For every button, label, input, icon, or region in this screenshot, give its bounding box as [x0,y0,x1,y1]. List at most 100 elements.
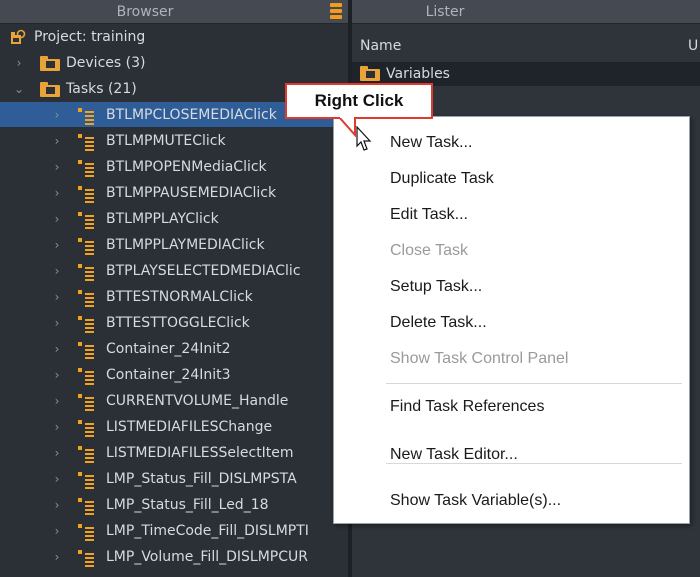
chevron-right-icon[interactable]: › [52,492,62,518]
menu-separator [386,463,682,464]
tree-item-task[interactable]: › LMP_TimeCode_Fill_DISLMPTI [0,518,348,544]
mouse-cursor-icon [356,126,372,151]
lister-title: Lister [425,4,465,20]
task-label: BTLMPPAUSEMEDIAClick [106,185,277,201]
devices-label: Devices (3) [66,55,146,71]
task-icon [78,108,94,125]
task-label: LMP_Status_Fill_Led_18 [106,497,269,513]
column-header-name[interactable]: Name [360,38,401,54]
task-label: Container_24Init2 [106,341,231,357]
task-label: BTLMPMUTEClick [106,133,226,149]
chevron-right-icon[interactable]: › [14,50,24,76]
task-label: LMP_TimeCode_Fill_DISLMPTI [106,523,309,539]
task-icon [78,134,94,151]
task-label: BTLMPPLAYMEDIAClick [106,237,265,253]
chevron-right-icon[interactable]: › [52,518,62,544]
tree-item-project[interactable]: Project: training [0,24,348,50]
project-label: Project: training [34,29,146,45]
folder-variables-icon [360,66,380,81]
task-icon [78,264,94,281]
tree-item-task[interactable]: › LMP_Status_Fill_Led_18 [0,492,348,518]
chevron-right-icon[interactable]: › [52,388,62,414]
task-label: LMP_Status_Fill_DISLMPSTA [106,471,297,487]
tree-item-task[interactable]: › BTTESTNORMALClick [0,284,348,310]
tree-item-task[interactable]: › Container_24Init2 [0,336,348,362]
tree-item-task[interactable]: › LISTMEDIAFILESChange [0,414,348,440]
menu-separator [386,383,682,384]
menu-item[interactable]: Show Task Variable(s)... [390,483,561,519]
menu-item[interactable]: Delete Task... [390,305,487,341]
task-label: BTLMPOPENMediaClick [106,159,267,175]
task-label: BTTESTTOGGLEClick [106,315,250,331]
task-icon [78,186,94,203]
right-click-callout: Right Click [285,83,433,119]
tree-item-task[interactable]: › BTLMPPAUSEMEDIAClick [0,180,348,206]
task-label: LISTMEDIAFILESChange [106,419,273,435]
task-icon [78,212,94,229]
chevron-right-icon[interactable]: › [52,128,62,154]
chevron-right-icon[interactable]: › [52,544,62,570]
context-menu: New Task... Duplicate Task Edit Task... Clo… [333,116,690,524]
task-icon [78,446,94,463]
task-label: BTPLAYSELECTEDMEDIAClic [106,263,301,279]
menu-item[interactable]: Find Task References [390,389,544,425]
chevron-right-icon[interactable]: › [52,206,62,232]
menu-item[interactable]: New Task Editor... [390,437,518,473]
column-header-u[interactable]: U [688,38,698,54]
task-label: LISTMEDIAFILESSelectItem [106,445,294,461]
chevron-right-icon[interactable]: › [52,414,62,440]
task-icon [78,550,94,567]
tree-item-task[interactable]: › BTLMPPLAYClick [0,206,348,232]
callout-pointer [337,117,356,137]
chevron-right-icon[interactable]: › [52,310,62,336]
browser-header: Browser [0,0,348,24]
task-icon [78,368,94,385]
browser-menu-icon[interactable] [330,3,342,21]
tree-item-devices[interactable]: › Devices (3) [0,50,348,76]
menu-item[interactable]: Edit Task... [390,197,468,233]
tree-item-task[interactable]: › LISTMEDIAFILESSelectItem [0,440,348,466]
chevron-right-icon[interactable]: › [52,362,62,388]
chevron-right-icon[interactable]: › [52,258,62,284]
chevron-right-icon[interactable]: › [52,284,62,310]
folder-tasks-icon [40,82,60,97]
task-label: BTLMPPLAYClick [106,211,219,227]
menu-item[interactable]: Setup Task... [390,269,482,305]
menu-item[interactable]: New Task... [390,125,472,161]
tree-item-task[interactable]: › LMP_Status_Fill_DISLMPSTA [0,466,348,492]
chevron-right-icon[interactable]: › [52,440,62,466]
task-icon [78,160,94,177]
lister-header: Lister [352,0,700,24]
folder-devices-icon [40,56,60,71]
task-icon [78,394,94,411]
task-icon [78,472,94,489]
chevron-right-icon[interactable]: › [52,466,62,492]
tree-item-task[interactable]: › BTLMPMUTEClick [0,128,348,154]
tree-item-task[interactable]: › CURRENTVOLUME_Handle [0,388,348,414]
task-icon [78,316,94,333]
tree-item-task[interactable]: › Container_24Init3 [0,362,348,388]
task-label: BTTESTNORMALClick [106,289,253,305]
tree-item-task[interactable]: › BTTESTTOGGLEClick [0,310,348,336]
chevron-right-icon[interactable]: › [52,154,62,180]
task-icon [78,290,94,307]
task-icon [78,342,94,359]
menu-item[interactable]: Duplicate Task [390,161,494,197]
tree-item-task[interactable]: › BTPLAYSELECTEDMEDIAClic [0,258,348,284]
task-label: BTLMPCLOSEMEDIAClick [106,107,277,123]
project-icon [11,29,26,44]
chevron-down-icon[interactable]: ⌄ [14,76,24,102]
chevron-right-icon[interactable]: › [52,102,62,128]
chevron-right-icon[interactable]: › [52,336,62,362]
chevron-right-icon[interactable]: › [52,232,62,258]
task-icon [78,238,94,255]
tree-item-task[interactable]: › BTLMPOPENMediaClick [0,154,348,180]
task-label: Container_24Init3 [106,367,231,383]
tree-item-task[interactable]: › LMP_Volume_Fill_DISLMPCUR [0,544,348,570]
task-label: LMP_Volume_Fill_DISLMPCUR [106,549,308,565]
task-label: CURRENTVOLUME_Handle [106,393,289,409]
tree-item-task[interactable]: › BTLMPPLAYMEDIAClick [0,232,348,258]
task-icon [78,498,94,515]
menu-item: Close Task [390,242,468,259]
chevron-right-icon[interactable]: › [52,180,62,206]
